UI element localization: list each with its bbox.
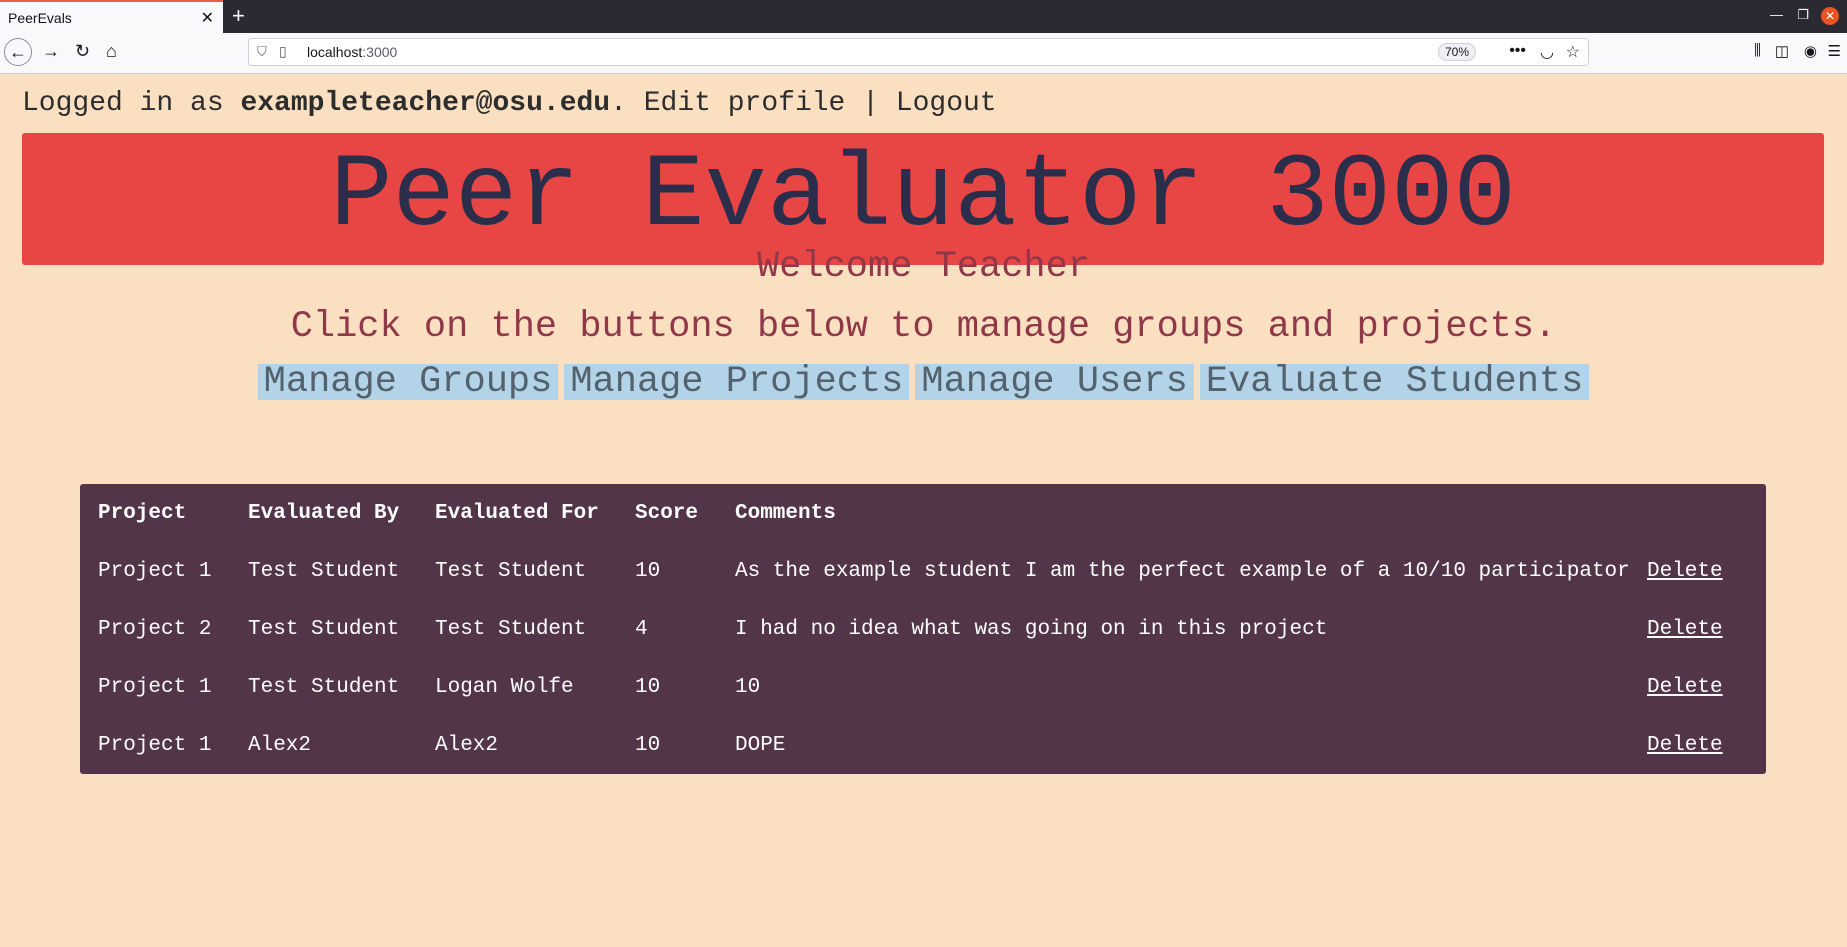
table-header-row: Project Evaluated By Evaluated For Score… bbox=[90, 484, 1731, 542]
zoom-level[interactable]: 70% bbox=[1437, 43, 1476, 61]
home-icon[interactable]: ⌂ bbox=[106, 41, 117, 62]
delete-button[interactable]: Delete bbox=[1647, 560, 1723, 583]
manage-projects-button[interactable]: Manage Projects bbox=[564, 364, 910, 401]
project-cell: Project 1 bbox=[98, 675, 212, 699]
evaluated-for-cell: Test Student bbox=[435, 559, 587, 583]
column-header: Comments bbox=[735, 501, 836, 525]
edit-profile-link[interactable]: Edit profile bbox=[644, 88, 846, 119]
column-header: Evaluated By bbox=[248, 501, 400, 525]
url-bar[interactable]: ⛉ ▯ localhost:3000 70% ••• ◡ ☆ bbox=[248, 38, 1589, 66]
url-text[interactable]: localhost:3000 bbox=[307, 44, 397, 60]
table-row: Project 1 Test Student Logan Wolfe 10 10… bbox=[90, 658, 1731, 716]
table-row: Project 2 Test Student Test Student 4 I … bbox=[90, 600, 1731, 658]
project-cell: Project 1 bbox=[98, 559, 212, 583]
score-cell: 10 bbox=[635, 675, 661, 699]
project-cell: Project 2 bbox=[98, 617, 212, 641]
manage-users-button[interactable]: Manage Users bbox=[915, 364, 1194, 401]
comments-cell: I had no idea what was going on in this … bbox=[735, 617, 1328, 641]
delete-button[interactable]: Delete bbox=[1647, 734, 1723, 757]
window-close-icon[interactable]: ✕ bbox=[1821, 7, 1839, 25]
tab-title: PeerEvals bbox=[8, 10, 72, 26]
close-tab-icon[interactable]: ✕ bbox=[201, 8, 214, 28]
login-status: Logged in as exampleteacher@osu.edu. Edi… bbox=[22, 88, 997, 119]
browser-nav-bar: ← → ↻ ⌂ ⛉ ▯ localhost:3000 70% ••• ◡ ☆ ⫼… bbox=[0, 33, 1847, 74]
table-row: Project 1 Test Student Test Student 10 A… bbox=[90, 542, 1731, 600]
score-cell: 10 bbox=[635, 559, 661, 583]
user-email: exampleteacher@osu.edu bbox=[240, 88, 611, 119]
evaluations-table: Project Evaluated By Evaluated For Score… bbox=[80, 484, 1766, 774]
restore-icon[interactable]: ❐ bbox=[1797, 7, 1809, 23]
back-icon[interactable]: ← bbox=[4, 38, 32, 66]
forward-icon[interactable]: → bbox=[42, 41, 60, 62]
pocket-icon[interactable]: ◡ bbox=[1540, 42, 1554, 62]
comments-cell: As the example student I am the perfect … bbox=[735, 559, 1630, 583]
comments-cell: 10 bbox=[735, 675, 761, 699]
page-title: Peer Evaluator 3000 bbox=[330, 138, 1516, 256]
evaluate-students-button[interactable]: Evaluate Students bbox=[1199, 364, 1590, 401]
instructions-text: Click on the buttons below to manage gro… bbox=[290, 306, 1557, 348]
evaluated-by-cell: Test Student bbox=[248, 617, 400, 641]
column-header: Project bbox=[98, 501, 187, 525]
score-cell: 10 bbox=[635, 733, 661, 757]
evaluated-for-cell: Test Student bbox=[435, 617, 587, 641]
logout-link[interactable]: Logout bbox=[896, 88, 997, 119]
nav-buttons: Manage Groups Manage Projects Manage Users… bbox=[0, 364, 1847, 401]
evaluated-by-cell: Test Student bbox=[248, 675, 400, 699]
account-icon[interactable]: ◉ bbox=[1804, 42, 1817, 60]
comments-cell: DOPE bbox=[735, 733, 786, 757]
column-header: Evaluated For bbox=[435, 501, 599, 525]
browser-tab-bar: PeerEvals ✕ + — ❐ ✕ bbox=[0, 0, 1847, 33]
library-icon[interactable]: ⫼ bbox=[1754, 42, 1761, 59]
sidebar-icon[interactable]: ◫ bbox=[1775, 42, 1789, 60]
evaluated-for-cell: Alex2 bbox=[435, 733, 499, 757]
manage-groups-button[interactable]: Manage Groups bbox=[257, 364, 559, 401]
evaluated-for-cell: Logan Wolfe bbox=[435, 675, 574, 699]
project-cell: Project 1 bbox=[98, 733, 212, 757]
evaluated-by-cell: Test Student bbox=[248, 559, 400, 583]
browser-tab[interactable]: PeerEvals ✕ bbox=[0, 0, 223, 33]
reload-icon[interactable]: ↻ bbox=[75, 41, 90, 62]
page-content: Logged in as exampleteacher@osu.edu. Edi… bbox=[0, 74, 1847, 947]
score-cell: 4 bbox=[635, 617, 648, 641]
column-header: Score bbox=[635, 501, 699, 525]
bookmark-star-icon[interactable]: ☆ bbox=[1566, 42, 1580, 62]
table-row: Project 1 Alex2 Alex2 10 DOPE Delete bbox=[90, 716, 1731, 774]
more-actions-icon[interactable]: ••• bbox=[1509, 42, 1526, 60]
evaluated-by-cell: Alex2 bbox=[248, 733, 312, 757]
delete-button[interactable]: Delete bbox=[1647, 676, 1723, 699]
page-icon: ▯ bbox=[279, 43, 287, 59]
welcome-heading: Welcome Teacher bbox=[756, 246, 1091, 288]
minimize-icon[interactable]: — bbox=[1770, 7, 1783, 22]
shield-icon[interactable]: ⛉ bbox=[257, 44, 267, 60]
delete-button[interactable]: Delete bbox=[1647, 618, 1723, 641]
menu-icon[interactable]: ☰ bbox=[1828, 42, 1841, 60]
new-tab-icon[interactable]: + bbox=[232, 3, 245, 29]
